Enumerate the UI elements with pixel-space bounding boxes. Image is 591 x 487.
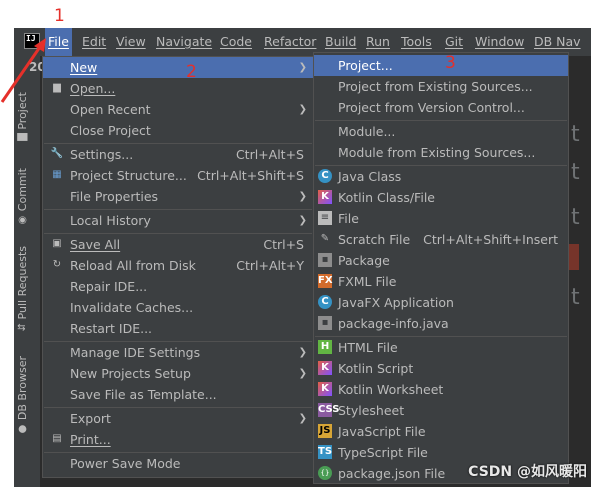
- file-menu-new-projects-setup[interactable]: New Projects Setup ❯: [43, 363, 313, 384]
- menu-refactor[interactable]: Refactor: [264, 28, 316, 56]
- file-menu-local-history[interactable]: Local History ❯: [43, 210, 313, 231]
- new-menu-module-existing-sources[interactable]: Module from Existing Sources...: [314, 142, 568, 163]
- new-menu-scratch-file[interactable]: ✎ Scratch File Ctrl+Alt+Shift+Insert: [314, 229, 568, 250]
- javafx-icon: C: [318, 295, 332, 309]
- menu-edit[interactable]: Edit: [82, 28, 106, 56]
- submenu-arrow-icon: ❯: [298, 104, 307, 115]
- tool-tab-commit[interactable]: ◉ Commit: [16, 168, 38, 229]
- folder-icon: ▆: [53, 82, 61, 93]
- new-menu-package[interactable]: ▪ Package: [314, 250, 568, 271]
- typescript-icon: TS: [318, 445, 333, 459]
- new-menu-stylesheet[interactable]: CSS Stylesheet: [314, 400, 568, 421]
- new-menu-typescript-file[interactable]: TS TypeScript File: [314, 442, 568, 463]
- editor-fragment: t: [571, 205, 580, 230]
- file-menu-power-save-mode[interactable]: Power Save Mode: [43, 453, 313, 474]
- kotlin-icon: K: [318, 190, 332, 204]
- new-menu-javafx-application[interactable]: C JavaFX Application: [314, 292, 568, 313]
- file-menu-close-project[interactable]: Close Project: [43, 120, 313, 141]
- css-icon: CSS: [318, 403, 340, 417]
- file-menu-invalidate-caches[interactable]: Invalidate Caches...: [43, 297, 313, 318]
- file-menu-print[interactable]: ▤ Print...: [43, 429, 313, 450]
- new-menu-module[interactable]: Module...: [314, 121, 568, 142]
- new-menu-html-file[interactable]: H HTML File: [314, 337, 568, 358]
- java-class-icon: C: [318, 169, 332, 183]
- annotation-step-3: 3: [445, 53, 456, 73]
- annotation-step-2: 2: [186, 62, 197, 82]
- save-icon: ▣: [52, 238, 62, 249]
- submenu-arrow-icon: ❯: [298, 347, 307, 358]
- file-menu-new[interactable]: New ❯: [43, 57, 313, 78]
- tool-tab-db-browser[interactable]: ● DB Browser: [16, 356, 38, 438]
- file-menu-save-as-template[interactable]: Save File as Template...: [43, 384, 313, 405]
- submenu-arrow-icon: ❯: [298, 62, 307, 73]
- package-icon: ▪: [318, 253, 332, 267]
- editor-fragment: t: [571, 122, 580, 147]
- new-menu-package-info[interactable]: ▪ package-info.java: [314, 313, 568, 334]
- file-menu-open-recent[interactable]: Open Recent ❯: [43, 99, 313, 120]
- file-menu-export[interactable]: Export ❯: [43, 408, 313, 429]
- html-icon: H: [318, 340, 332, 354]
- editor-fragment: t: [571, 160, 580, 185]
- package-json-icon: {}: [318, 466, 332, 480]
- commit-icon: ◉: [17, 214, 28, 226]
- db-browser-icon: ●: [17, 423, 28, 435]
- file-menu-settings[interactable]: 🔧 Settings... Ctrl+Alt+S: [43, 144, 313, 165]
- menu-code[interactable]: Code: [220, 28, 252, 56]
- tool-window-strip: ▇ Project ◉ Commit ⇵ Pull Requests ● DB …: [14, 56, 40, 487]
- menu-navigate[interactable]: Navigate: [156, 28, 212, 56]
- folder-icon: ▇: [17, 133, 28, 141]
- kotlin-worksheet-icon: K: [318, 382, 332, 396]
- new-menu-fxml-file[interactable]: FX FXML File: [314, 271, 568, 292]
- menu-view[interactable]: View: [116, 28, 146, 56]
- new-menu-project-version-control[interactable]: Project from Version Control...: [314, 97, 568, 118]
- scratch-file-icon: ✎: [320, 233, 330, 244]
- new-menu-java-class[interactable]: C Java Class: [314, 166, 568, 187]
- new-menu-kotlin-script[interactable]: K Kotlin Script: [314, 358, 568, 379]
- editor-fragment: [569, 244, 579, 270]
- new-menu-project[interactable]: Project...: [314, 55, 568, 76]
- javascript-icon: JS: [318, 424, 332, 438]
- submenu-arrow-icon: ❯: [298, 215, 307, 226]
- file-menu-repair-ide[interactable]: Repair IDE...: [43, 276, 313, 297]
- file-menu-file-properties[interactable]: File Properties ❯: [43, 186, 313, 207]
- wrench-icon: 🔧: [50, 148, 64, 159]
- submenu-arrow-icon: ❯: [298, 368, 307, 379]
- file-icon: ≡: [318, 211, 332, 225]
- file-menu-manage-ide-settings[interactable]: Manage IDE Settings ❯: [43, 342, 313, 363]
- new-menu-javascript-file[interactable]: JS JavaScript File: [314, 421, 568, 442]
- file-menu-project-structure[interactable]: ▦ Project Structure... Ctrl+Alt+Shift+S: [43, 165, 313, 186]
- file-menu-open[interactable]: ▆ Open...: [43, 78, 313, 99]
- file-menu: New ❯ ▆ Open... Open Recent ❯ Close Project…: [42, 56, 314, 478]
- project-structure-icon: ▦: [52, 169, 62, 180]
- tool-tab-pull-requests[interactable]: ⇵ Pull Requests: [16, 246, 38, 334]
- print-icon: ▤: [52, 433, 62, 444]
- reload-icon: ↻: [52, 259, 62, 270]
- new-menu-project-existing-sources[interactable]: Project from Existing Sources...: [314, 76, 568, 97]
- file-menu-reload-from-disk[interactable]: ↻ Reload All from Disk Ctrl+Alt+Y: [43, 255, 313, 276]
- kotlin-script-icon: K: [318, 361, 332, 375]
- editor-fragment: t: [571, 285, 580, 310]
- submenu-arrow-icon: ❯: [298, 413, 307, 424]
- csdn-watermark: CSDN @如风暖阳: [468, 464, 587, 480]
- new-menu-kotlin-worksheet[interactable]: K Kotlin Worksheet: [314, 379, 568, 400]
- new-menu-file[interactable]: ≡ File: [314, 208, 568, 229]
- annotation-step-1: 1: [54, 6, 65, 26]
- submenu-arrow-icon: ❯: [298, 191, 307, 202]
- pull-request-icon: ⇵: [17, 322, 28, 332]
- fxml-icon: FX: [318, 274, 333, 288]
- new-menu-kotlin-class[interactable]: K Kotlin Class/File: [314, 187, 568, 208]
- new-submenu: Project... Project from Existing Sources…: [313, 52, 569, 484]
- annotation-arrow-icon: [0, 38, 46, 103]
- file-menu-save-all[interactable]: ▣ Save All Ctrl+S: [43, 234, 313, 255]
- file-menu-restart-ide[interactable]: Restart IDE...: [43, 318, 313, 339]
- package-info-icon: ▪: [318, 316, 332, 330]
